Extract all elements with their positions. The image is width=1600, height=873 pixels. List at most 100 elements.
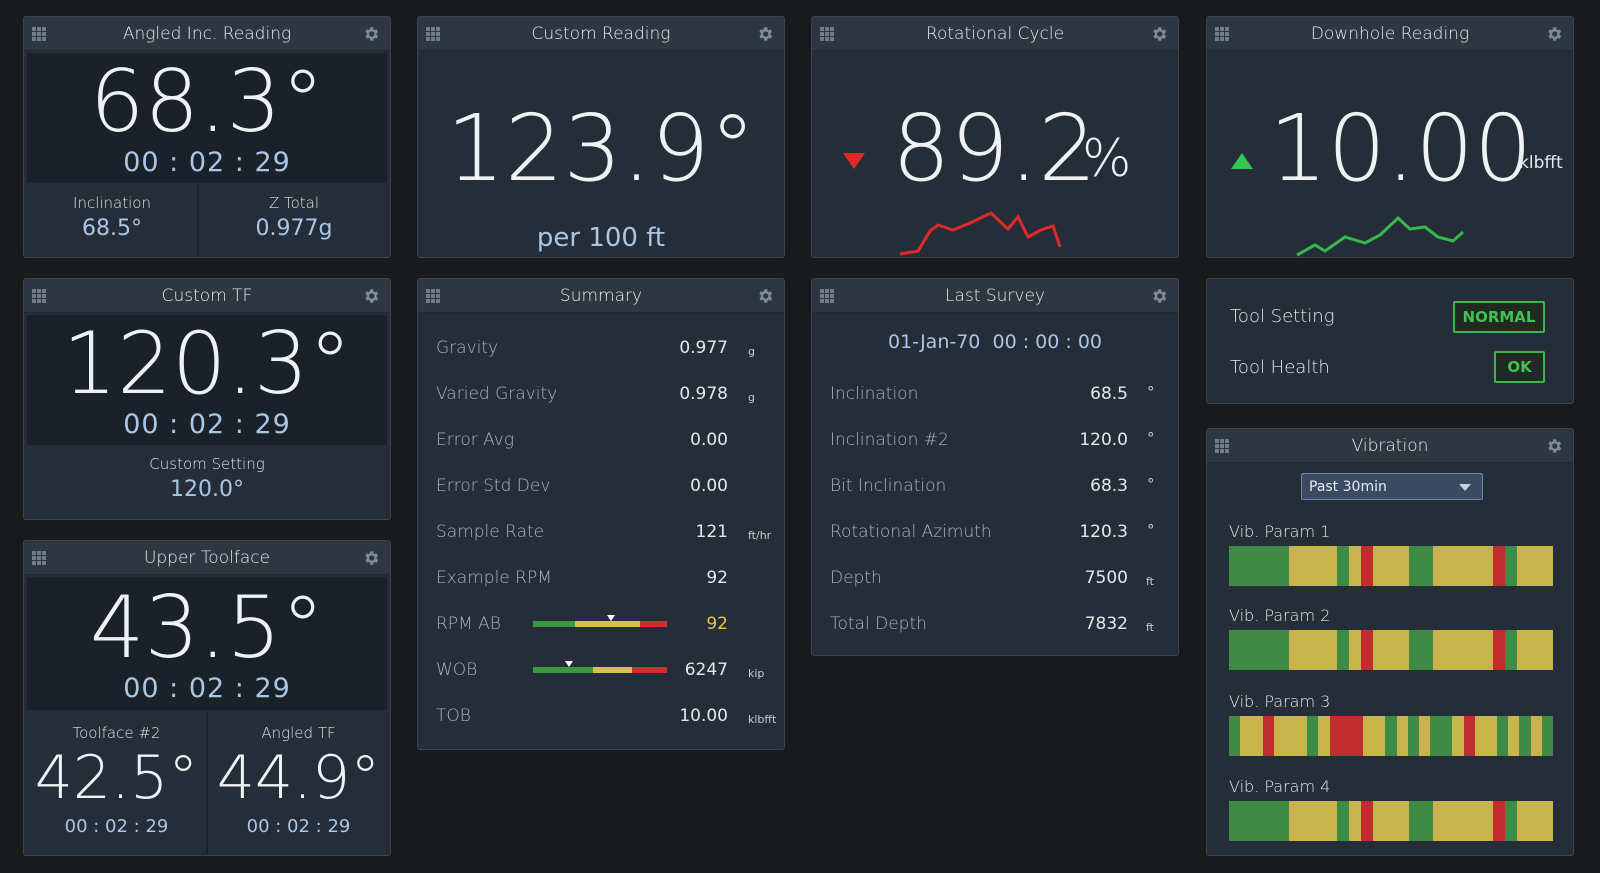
tool-setting-badge: NORMAL: [1453, 301, 1545, 333]
survey-datetime: 01-Jan-70 00 : 00 : 00: [812, 331, 1178, 353]
summary-row-tob: TOB 10.00 klbfft: [418, 693, 784, 739]
sub-right: Z Total 0.977g: [199, 185, 389, 256]
gear-icon[interactable]: [1150, 287, 1168, 305]
panel-header: Rotational Cycle: [812, 17, 1178, 51]
vib-segment: [1433, 801, 1445, 841]
custom-tf-panel: Custom TF 120.3° 00 : 02 : 29 Custom Set…: [23, 278, 391, 520]
vib-segment: [1351, 716, 1364, 756]
gear-icon[interactable]: [756, 25, 774, 43]
gear-icon[interactable]: [362, 25, 380, 43]
vib-segment: [1529, 546, 1541, 586]
panel-header: Summary: [418, 279, 784, 313]
vib-segment: [1241, 546, 1253, 586]
grip-icon[interactable]: [1215, 439, 1229, 453]
grip-icon[interactable]: [32, 289, 46, 303]
vib-segment: [1229, 546, 1241, 586]
vib-segment: [1253, 546, 1265, 586]
gear-icon[interactable]: [1545, 437, 1563, 455]
panel-title: Custom Reading: [531, 23, 671, 44]
vib-segment: [1421, 546, 1433, 586]
row-label: Gravity: [436, 338, 499, 358]
row-label: TOB: [436, 706, 471, 726]
vib-segment: [1337, 801, 1349, 841]
vib-segment: [1289, 801, 1301, 841]
survey-row-total-depth: Total Depth 7832 ft: [812, 601, 1178, 647]
vib-segment: [1313, 801, 1325, 841]
vib-segment: [1277, 801, 1289, 841]
gear-icon[interactable]: [1150, 25, 1168, 43]
vib-segment: [1349, 546, 1361, 586]
rotational-value: 89.2: [892, 95, 1097, 202]
vib-segment: [1529, 630, 1541, 670]
survey-time: 00 : 00 : 00: [992, 331, 1103, 353]
vib-segment: [1433, 546, 1445, 586]
vib-segment: [1530, 716, 1542, 756]
vib-segment: [1485, 716, 1498, 756]
gear-icon[interactable]: [362, 549, 380, 567]
vib-segment: [1313, 630, 1325, 670]
vib-segment: [1307, 716, 1319, 756]
row-value: 10.00: [679, 706, 728, 726]
vib-segment: [1418, 716, 1431, 756]
vib-segment: [1397, 630, 1409, 670]
vib-segment: [1529, 801, 1541, 841]
summary-row-rpm-ab: RPM AB 92: [418, 601, 784, 647]
time-range-select[interactable]: Past 30min: [1301, 473, 1483, 500]
vib-segment: [1229, 630, 1241, 670]
custom-reading-value: 123.9°: [446, 95, 756, 202]
vib-segment: [1505, 546, 1517, 586]
panel-header: Downhole Reading: [1207, 17, 1573, 51]
vib-segment: [1481, 630, 1493, 670]
grip-icon[interactable]: [1215, 27, 1229, 41]
grip-icon[interactable]: [820, 27, 834, 41]
vib-segment: [1409, 630, 1421, 670]
vib-segment: [1229, 801, 1241, 841]
vib-segment: [1397, 546, 1409, 586]
panel-title: Upper Toolface: [143, 547, 271, 568]
grip-icon[interactable]: [426, 27, 440, 41]
panel-title: Rotational Cycle: [925, 23, 1065, 44]
vib-segment: [1508, 716, 1520, 756]
sub-label: Angled TF: [261, 724, 336, 742]
summary-row-varied-gravity: Varied Gravity 0.978 g: [418, 371, 784, 417]
grip-icon[interactable]: [426, 289, 440, 303]
vib-segment: [1325, 630, 1337, 670]
grip-icon[interactable]: [32, 551, 46, 565]
gauge-pointer-icon: [606, 615, 615, 621]
grip-icon[interactable]: [820, 289, 834, 303]
vib-segment: [1241, 801, 1253, 841]
vib-segment: [1373, 801, 1385, 841]
gear-icon[interactable]: [362, 287, 380, 305]
vib-segment: [1445, 546, 1457, 586]
vib-segment: [1301, 801, 1313, 841]
panel-header: Custom Reading: [418, 17, 784, 51]
row-unit: g: [748, 391, 755, 404]
vib-param-4-label: Vib. Param 4: [1229, 777, 1331, 796]
custom-tf-value: 120.3°: [62, 314, 352, 414]
gear-icon[interactable]: [1545, 25, 1563, 43]
sub-left: Toolface #2 42.5° 00 : 02 : 29: [27, 712, 206, 854]
vib-segment: [1361, 801, 1373, 841]
vib-segment: [1493, 630, 1505, 670]
timer: 00 : 02 : 29: [123, 673, 291, 704]
survey-row-inclination-2: Inclination #2 120.0 °: [812, 417, 1178, 463]
sub-label: Z Total: [268, 194, 320, 212]
vib-segment: [1505, 630, 1517, 670]
vib-segment: [1541, 801, 1553, 841]
vib-segment: [1253, 801, 1265, 841]
vib-segment: [1445, 801, 1457, 841]
grip-icon[interactable]: [32, 27, 46, 41]
row-value: 0.977: [679, 338, 728, 358]
vib-segment: [1505, 801, 1517, 841]
row-label: Total Depth: [830, 614, 927, 634]
vib-segment: [1433, 630, 1445, 670]
survey-row-depth: Depth 7500 ft: [812, 555, 1178, 601]
sub-value: 68.5°: [82, 216, 142, 241]
gear-icon[interactable]: [756, 287, 774, 305]
vib-segment: [1497, 716, 1509, 756]
sub-timer: 00 : 02 : 29: [64, 816, 169, 837]
vib-segment: [1517, 546, 1529, 586]
sparkline-down: [899, 211, 1062, 256]
time-range-value: Past 30min: [1309, 478, 1387, 495]
row-value: 68.3: [1090, 476, 1128, 496]
